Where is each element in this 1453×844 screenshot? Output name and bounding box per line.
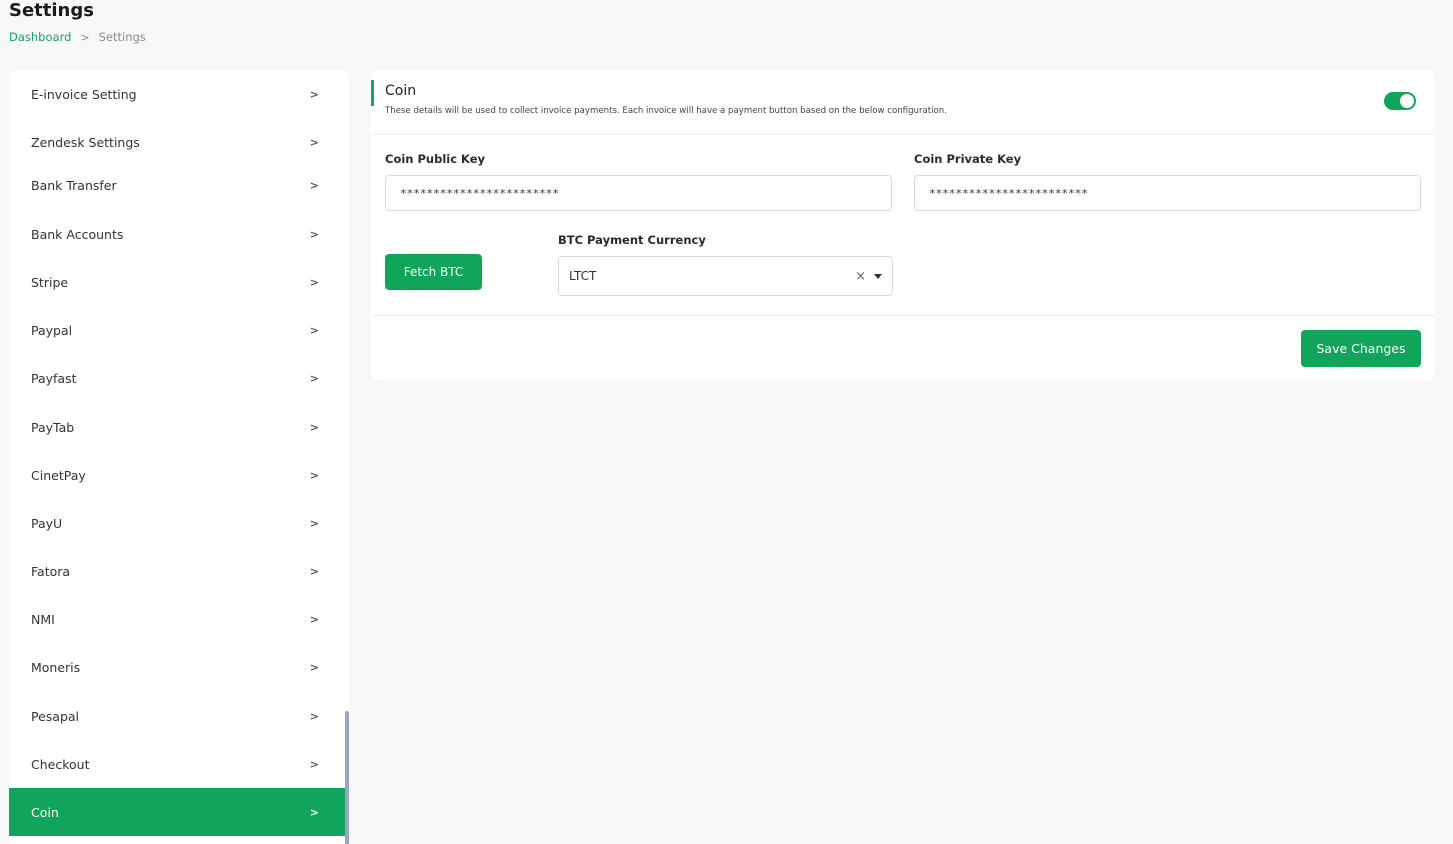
breadcrumb-dashboard-link[interactable]: Dashboard (9, 30, 71, 44)
sidebar-item-paypal[interactable]: Paypal > (9, 306, 345, 354)
sidebar-item-label: E-invoice Setting (31, 86, 137, 102)
chevron-right-icon: > (309, 227, 319, 241)
sidebar-item-coin[interactable]: Coin > (9, 788, 345, 836)
breadcrumb-separator-icon: > (80, 30, 90, 44)
currency-selected-value: LTCT (569, 269, 597, 283)
chevron-right-icon: > (309, 612, 319, 626)
chevron-right-icon: > (309, 371, 319, 385)
private-key-input[interactable] (914, 175, 1421, 211)
sidebar-item-label: Fatora (31, 563, 71, 579)
page-title: Settings (9, 0, 94, 21)
sidebar-scrollbar[interactable] (345, 711, 349, 844)
sidebar-item-zendesk-settings[interactable]: Zendesk Settings > (9, 118, 345, 166)
chevron-right-icon: > (309, 87, 319, 101)
sidebar-item-cinetpay[interactable]: CinetPay > (9, 451, 345, 499)
sidebar-item-label: CinetPay (31, 467, 86, 483)
sidebar-item-paytab[interactable]: PayTab > (9, 403, 345, 451)
sidebar-item-e-invoice-setting[interactable]: E-invoice Setting > (9, 70, 345, 118)
page-header: Settings Dashboard > Settings (9, 0, 146, 44)
currency-select[interactable]: LTCT × (558, 256, 893, 296)
currency-label: BTC Payment Currency (558, 233, 706, 247)
sidebar-item-stripe[interactable]: Stripe > (9, 258, 345, 306)
chevron-right-icon: > (309, 564, 319, 578)
card-footer-divider (371, 315, 1435, 316)
card-description: These details will be used to collect in… (385, 106, 947, 116)
sidebar-item-label: Zendesk Settings (31, 134, 140, 150)
sidebar-item-moneris[interactable]: Moneris > (9, 643, 345, 691)
sidebar-item-label: Coin (31, 804, 59, 820)
sidebar-item-label: Pesapal (31, 708, 80, 724)
fetch-btc-button[interactable]: Fetch BTC (385, 254, 482, 290)
sidebar-item-nmi[interactable]: NMI > (9, 595, 345, 643)
sidebar-item-label: Paypal (31, 322, 73, 338)
sidebar-item-label: Checkout (31, 756, 90, 772)
chevron-right-icon: > (309, 323, 319, 337)
coin-settings-card: Coin These details will be used to colle… (371, 70, 1435, 380)
sidebar-item-payu[interactable]: PayU > (9, 499, 345, 547)
card-accent-bar (371, 80, 374, 106)
chevron-right-icon: > (309, 709, 319, 723)
sidebar-item-label: Bank Transfer (31, 177, 117, 193)
public-key-input[interactable] (385, 175, 892, 211)
chevron-right-icon: > (309, 135, 319, 149)
card-title: Coin (385, 83, 417, 99)
chevron-right-icon: > (309, 757, 319, 771)
sidebar-item-label: PayU (31, 515, 63, 531)
clear-icon[interactable]: × (855, 269, 866, 284)
sidebar-item-checkout[interactable]: Checkout > (9, 740, 345, 788)
sidebar-item-label: PayTab (31, 419, 75, 435)
breadcrumb-current: Settings (98, 30, 146, 44)
chevron-right-icon: > (309, 805, 319, 819)
sidebar-item-label: Stripe (31, 274, 69, 290)
chevron-right-icon: > (309, 468, 319, 482)
sidebar-item-bank-accounts[interactable]: Bank Accounts > (9, 210, 345, 258)
sidebar-item-label: Payfast (31, 370, 77, 386)
chevron-right-icon: > (309, 275, 319, 289)
private-key-label: Coin Private Key (914, 152, 1022, 166)
sidebar-item-label: Moneris (31, 659, 81, 675)
coin-enable-toggle[interactable] (1384, 92, 1416, 110)
sidebar-item-pesapal[interactable]: Pesapal > (9, 692, 345, 740)
chevron-right-icon: > (309, 420, 319, 434)
sidebar-item-payfast[interactable]: Payfast > (9, 354, 345, 402)
chevron-right-icon: > (309, 660, 319, 674)
chevron-right-icon: > (309, 178, 319, 192)
card-header: Coin These details will be used to colle… (371, 70, 1435, 135)
sidebar-item-fatora[interactable]: Fatora > (9, 547, 345, 595)
toggle-knob (1400, 94, 1414, 108)
breadcrumb: Dashboard > Settings (9, 30, 146, 44)
settings-sidebar: E-invoice Setting > Zendesk Settings > Ban… (9, 70, 349, 844)
public-key-label: Coin Public Key (385, 152, 486, 166)
caret-down-icon[interactable] (874, 273, 882, 279)
sidebar-item-label: Bank Accounts (31, 226, 124, 242)
save-changes-button[interactable]: Save Changes (1301, 330, 1421, 367)
chevron-right-icon: > (309, 516, 319, 530)
sidebar-item-label: NMI (31, 611, 55, 627)
sidebar-item-bank-transfer[interactable]: Bank Transfer > (9, 161, 345, 209)
